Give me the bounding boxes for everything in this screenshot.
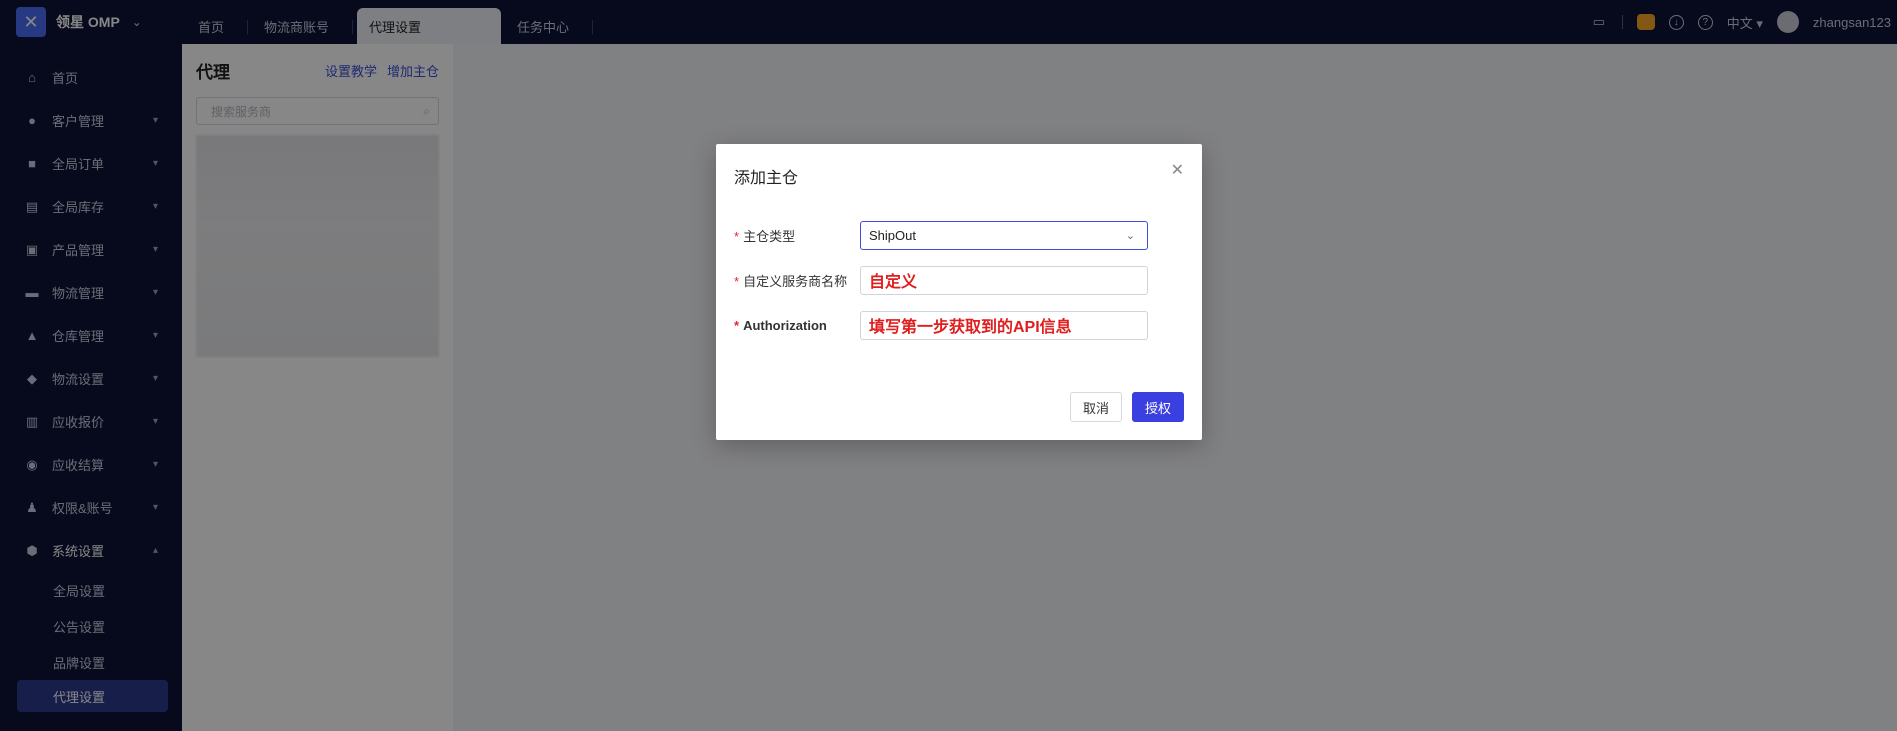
authorization-label: * Authorization: [734, 317, 827, 333]
authorization-value: 填写第一步获取到的API信息: [869, 319, 1072, 336]
warehouse-type-select[interactable]: ShipOut ⌄: [860, 220, 1148, 250]
warehouse-type-label: * 主仓类型: [734, 228, 796, 244]
chevron-down-icon: ⌄: [1125, 229, 1135, 242]
provider-name-value: 自定义: [869, 274, 918, 291]
selected-value: ShipOut: [869, 227, 916, 243]
add-main-warehouse-dialog: 添加主仓 ✕ * 主仓类型 ShipOut ⌄ * 自定义服务商名称 自定义 * Au…: [716, 144, 1202, 440]
authorize-button[interactable]: 授权: [1131, 392, 1184, 422]
close-icon[interactable]: ✕: [1171, 160, 1184, 180]
dialog-title: 添加主仓: [734, 170, 799, 187]
provider-name-row: * 自定义服务商名称 自定义: [734, 265, 1184, 295]
authorization-input[interactable]: 填写第一步获取到的API信息: [860, 310, 1148, 340]
authorization-row: * Authorization 填写第一步获取到的API信息: [734, 310, 1184, 340]
cancel-button[interactable]: 取消: [1069, 392, 1122, 422]
warehouse-type-row: * 主仓类型 ShipOut ⌄: [734, 220, 1184, 250]
dialog-footer: 取消 授权: [1069, 392, 1184, 422]
provider-name-input[interactable]: 自定义: [860, 265, 1148, 295]
provider-name-label: * 自定义服务商名称: [734, 273, 848, 289]
